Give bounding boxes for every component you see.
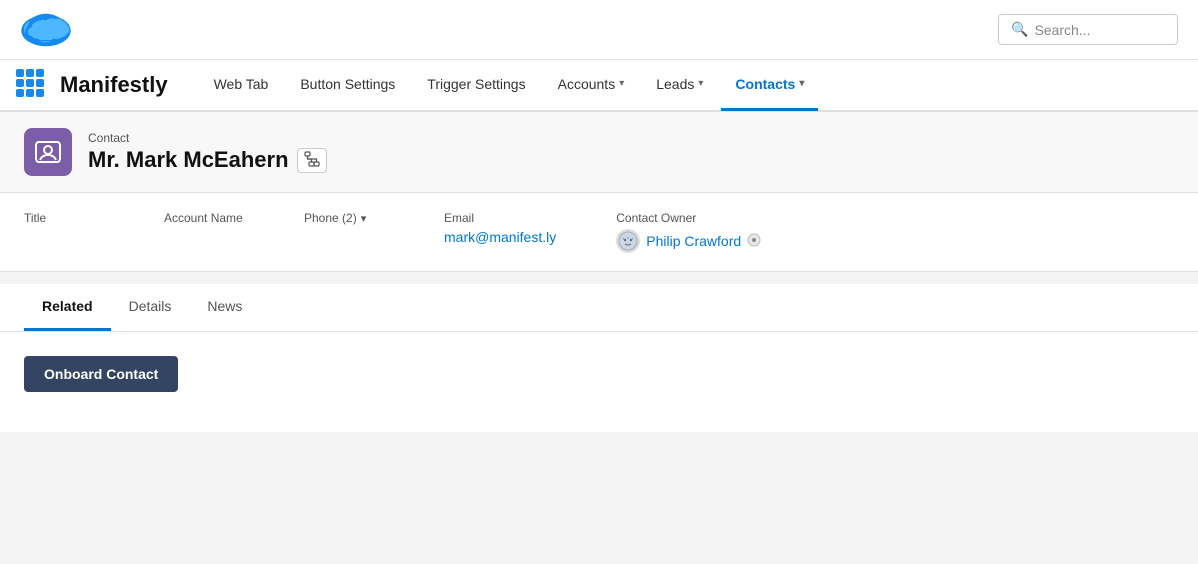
- edit-icon: [747, 233, 761, 247]
- contact-icon: [34, 138, 62, 166]
- fields-row: Title Account Name Phone (2) ▾ Email mar…: [0, 193, 1198, 272]
- contacts-chevron-icon: ▾: [799, 78, 804, 89]
- search-box[interactable]: 🔍 Search...: [998, 14, 1178, 45]
- contact-meta: Contact Mr. Mark McEahern: [88, 131, 327, 173]
- nav-item-trigger-settings[interactable]: Trigger Settings: [413, 59, 539, 111]
- nav-item-button-settings[interactable]: Button Settings: [286, 59, 409, 111]
- owner-name[interactable]: Philip Crawford: [646, 233, 741, 249]
- hierarchy-icon: [304, 151, 320, 167]
- nav-item-leads[interactable]: Leads ▾: [642, 59, 717, 111]
- entity-label: Contact: [88, 131, 327, 145]
- salesforce-logo: [20, 12, 72, 48]
- title-label: Title: [24, 211, 104, 225]
- email-label: Email: [444, 211, 556, 225]
- leads-chevron-icon: ▾: [698, 78, 703, 89]
- field-account-name: Account Name: [164, 211, 244, 253]
- owner-label: Contact Owner: [616, 211, 761, 225]
- app-name: Manifestly: [60, 72, 168, 98]
- field-email: Email mark@manifest.ly: [444, 211, 556, 253]
- accounts-chevron-icon: ▾: [619, 78, 624, 89]
- search-icon: 🔍: [1011, 21, 1028, 38]
- tabs-row: Related Details News: [24, 284, 1174, 331]
- field-phone: Phone (2) ▾: [304, 211, 384, 253]
- contact-header: Contact Mr. Mark McEahern: [0, 112, 1198, 193]
- field-owner: Contact Owner Philip Crawford: [616, 211, 761, 253]
- tabs-section: Related Details News: [0, 284, 1198, 332]
- nav-item-webtab[interactable]: Web Tab: [200, 59, 283, 111]
- contact-name-row: Mr. Mark McEahern: [88, 147, 327, 173]
- avatar-icon: [618, 231, 638, 251]
- tab-details[interactable]: Details: [111, 284, 190, 331]
- onboard-contact-button[interactable]: Onboard Contact: [24, 356, 178, 392]
- owner-row: Philip Crawford: [616, 229, 761, 253]
- content-area: Onboard Contact: [0, 332, 1198, 432]
- nav-bar: Manifestly Web Tab Button Settings Trigg…: [0, 60, 1198, 112]
- phone-dropdown-icon[interactable]: ▾: [361, 212, 367, 225]
- tab-related[interactable]: Related: [24, 284, 111, 331]
- phone-label: Phone (2) ▾: [304, 211, 384, 225]
- app-grid-icon[interactable]: [16, 69, 48, 101]
- top-bar: 🔍 Search...: [0, 0, 1198, 60]
- blue-banner: Contact Mr. Mark McEahern Title: [0, 112, 1198, 272]
- hierarchy-button[interactable]: [297, 148, 327, 173]
- email-value[interactable]: mark@manifest.ly: [444, 229, 556, 245]
- contact-icon-box: [24, 128, 72, 176]
- tab-news[interactable]: News: [189, 284, 260, 331]
- account-name-label: Account Name: [164, 211, 244, 225]
- owner-edit-icon[interactable]: [747, 233, 761, 250]
- nav-item-accounts[interactable]: Accounts ▾: [544, 59, 639, 111]
- search-placeholder: Search...: [1034, 22, 1090, 38]
- field-title: Title: [24, 211, 104, 253]
- contact-full-name: Mr. Mark McEahern: [88, 147, 289, 173]
- nav-item-contacts[interactable]: Contacts ▾: [721, 59, 818, 111]
- owner-avatar: [616, 229, 640, 253]
